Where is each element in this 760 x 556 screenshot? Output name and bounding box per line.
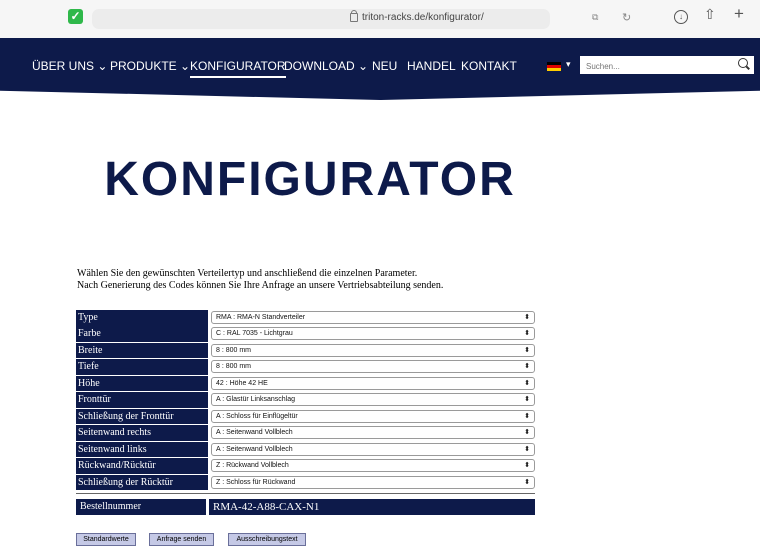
config-row-tiefe: Tiefe 8 : 800 mm ⬍ [76, 359, 536, 375]
front-lock-select[interactable]: A : Schloss für Einflügeltür ⬍ [211, 409, 535, 423]
nav-item-download[interactable]: DOWNLOAD ⌄ [284, 59, 368, 73]
privacy-shield-icon[interactable]: ✓ [68, 9, 83, 24]
tender-text-button[interactable]: Ausschreibungstext [228, 533, 306, 546]
nav-item-kontakt[interactable]: KONTAKT [461, 59, 517, 73]
download-icon[interactable]: ↓ [674, 10, 688, 24]
nav-item-handel[interactable]: HANDEL [407, 59, 456, 73]
translate-icon[interactable]: ⧉ [592, 12, 598, 23]
reload-icon[interactable]: ↻ [622, 11, 631, 24]
config-row-back: Rückwand/Rücktür Z : Rückwand Vollblech ⬍ [76, 458, 536, 474]
config-row-hoehe: Höhe 42 : Höhe 42 HE ⬍ [76, 375, 536, 392]
order-number-row: Bestellnummer RMA-42-A88-CAX-N1 [76, 499, 536, 515]
nav-item-konfigurator[interactable]: KONFIGURATOR [190, 59, 286, 78]
search-icon[interactable] [738, 58, 748, 68]
config-row-front-lock: Schließung der Fronttür A : Schloss für … [76, 408, 536, 425]
config-label: Seitenwand rechts [76, 425, 208, 441]
back-lock-select[interactable]: Z : Schloss für Rückwand ⬍ [211, 475, 535, 489]
share-icon[interactable]: ⇧ [704, 6, 716, 23]
select-arrows-icon: ⬍ [524, 478, 530, 486]
new-tab-icon[interactable]: + [734, 4, 744, 24]
color-select[interactable]: C : RAL 7035 - Lichtgrau ⬍ [211, 327, 535, 341]
config-table: Type RMA : RMA-N Standverteiler ⬍ Farbe C… [76, 310, 536, 491]
address-bar[interactable]: triton-racks.de/konfigurator/ ⧉ ↻ [92, 9, 631, 29]
config-row-back-lock: Schließung der Rücktür Z : Schloss für R… [76, 474, 536, 491]
select-arrows-icon: ⬍ [524, 396, 530, 404]
config-row-fronttuer: Fronttür A : Glastür Linksanschlag ⬍ [76, 392, 536, 408]
defaults-button[interactable]: Standardwerte [76, 533, 136, 546]
config-label: Seitenwand links [76, 441, 208, 458]
select-arrows-icon: ⬍ [524, 445, 530, 453]
select-arrows-icon: ⬍ [524, 379, 530, 387]
chevron-down-icon[interactable]: ▾ [566, 59, 571, 70]
nav-item-neu[interactable]: NEU [372, 59, 397, 73]
chevron-down-icon: ⌄ [180, 59, 191, 73]
browser-toolbar: ✓ triton-racks.de/konfigurator/ ⧉ ↻ ↓ ⇧ … [0, 0, 760, 39]
send-request-button[interactable]: Anfrage senden [149, 533, 214, 546]
width-select[interactable]: 8 : 800 mm ⬍ [211, 343, 535, 357]
url-text: triton-racks.de/konfigurator/ [362, 12, 484, 23]
config-row-farbe: Farbe C : RAL 7035 - Lichtgrau ⬍ [76, 326, 536, 342]
select-arrows-icon: ⬍ [524, 429, 530, 437]
config-label: Schließung der Rücktür [76, 474, 208, 491]
back-wall-select[interactable]: Z : Rückwand Vollblech ⬍ [211, 459, 535, 473]
config-label: Breite [76, 342, 208, 359]
config-label: Rückwand/Rücktür [76, 458, 208, 474]
search-input[interactable] [584, 58, 728, 74]
select-arrows-icon: ⬍ [524, 330, 530, 338]
config-row-side-right: Seitenwand rechts A : Seitenwand Vollble… [76, 425, 536, 441]
config-label: Fronttür [76, 392, 208, 408]
lock-icon [350, 10, 358, 22]
side-left-select[interactable]: A : Seitenwand Vollblech ⬍ [211, 442, 535, 456]
type-select[interactable]: RMA : RMA-N Standverteiler ⬍ [211, 311, 535, 324]
select-arrows-icon: ⬍ [524, 346, 530, 354]
search-box [580, 56, 754, 74]
chevron-down-icon: ⌄ [97, 59, 108, 73]
divider [76, 493, 535, 494]
page-title: KONFIGURATOR [104, 153, 516, 206]
depth-select[interactable]: 8 : 800 mm ⬍ [211, 360, 535, 374]
chevron-down-icon: ⌄ [358, 59, 369, 73]
config-label: Type [76, 310, 208, 326]
config-label: Tiefe [76, 359, 208, 375]
order-number-value: RMA-42-A88-CAX-N1 [209, 499, 535, 515]
config-row-side-left: Seitenwand links A : Seitenwand Vollblec… [76, 441, 536, 458]
config-row-type: Type RMA : RMA-N Standverteiler ⬍ [76, 310, 536, 326]
german-flag-icon[interactable] [547, 62, 561, 71]
height-select[interactable]: 42 : Höhe 42 HE ⬍ [211, 376, 535, 390]
config-label: Höhe [76, 375, 208, 392]
nav-item-ueber-uns[interactable]: ÜBER UNS ⌄ [32, 59, 107, 73]
side-right-select[interactable]: A : Seitenwand Vollblech ⬍ [211, 426, 535, 440]
order-number-label: Bestellnummer [76, 499, 206, 515]
nav-item-produkte[interactable]: PRODUKTE ⌄ [110, 59, 190, 73]
select-arrows-icon: ⬍ [524, 314, 530, 321]
select-arrows-icon: ⬍ [524, 462, 530, 470]
front-door-select[interactable]: A : Glastür Linksanschlag ⬍ [211, 393, 535, 407]
config-label: Farbe [76, 326, 208, 342]
config-row-breite: Breite 8 : 800 mm ⬍ [76, 342, 536, 359]
config-label: Schließung der Fronttür [76, 408, 208, 425]
intro-text: Wählen Sie den gewünschten Verteilertyp … [77, 268, 444, 291]
select-arrows-icon: ⬍ [524, 412, 530, 420]
select-arrows-icon: ⬍ [524, 363, 530, 371]
site-navbar: ÜBER UNS ⌄ PRODUKTE ⌄ KONFIGURATOR DOWNL… [0, 38, 760, 100]
